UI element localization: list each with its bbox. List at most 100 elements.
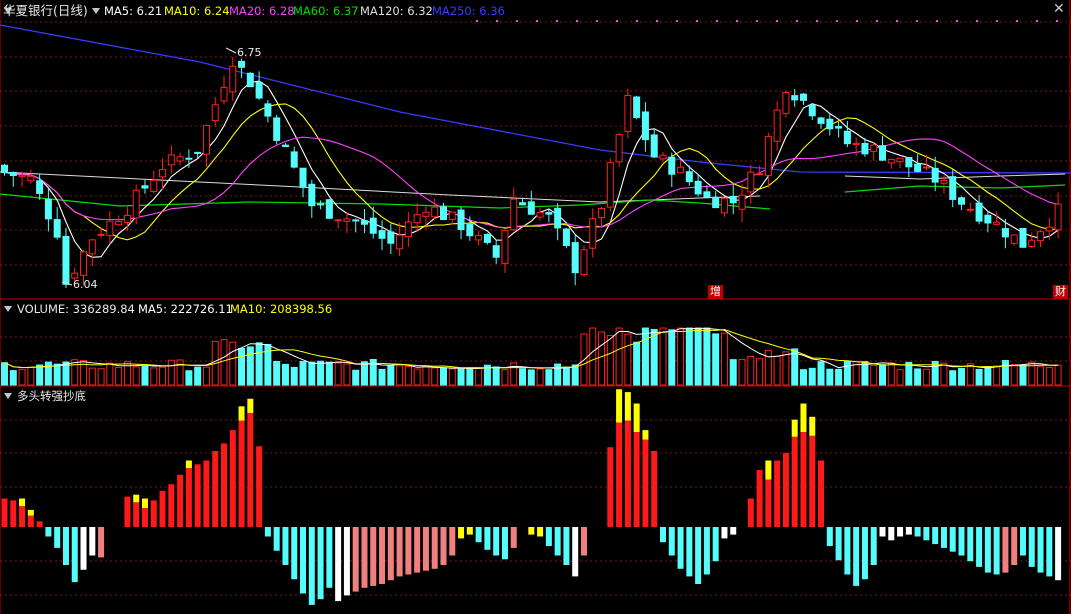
candle — [202, 124, 210, 155]
candle — [554, 207, 562, 229]
indicator-bar — [818, 460, 825, 527]
volume-bar — [861, 361, 869, 386]
candle — [115, 220, 123, 226]
indicator-bar — [300, 527, 307, 594]
candle — [1010, 234, 1018, 244]
indicator-bar — [791, 436, 798, 527]
candle — [720, 198, 728, 214]
indicator-bar — [791, 419, 798, 437]
indicator-bar — [396, 527, 403, 577]
volume-bar — [334, 362, 342, 386]
candle — [299, 167, 307, 188]
volume-bar — [720, 332, 728, 386]
candle — [650, 134, 658, 158]
indicator-bar — [124, 496, 131, 527]
indicator-bar — [458, 527, 465, 539]
signal-marker — [656, 20, 658, 22]
volume-bar — [870, 364, 878, 386]
candle — [334, 219, 342, 222]
signal-marker — [696, 20, 698, 22]
candle — [387, 231, 395, 244]
volume-bar — [360, 361, 368, 386]
candle — [527, 201, 535, 215]
candle — [413, 214, 421, 224]
candle — [808, 104, 816, 117]
volume-bar — [747, 355, 755, 386]
volume-bar — [18, 368, 26, 386]
volume-bar — [159, 366, 167, 386]
volume-bar — [387, 364, 395, 386]
indicator-bar — [440, 527, 447, 565]
indicator-bar — [493, 527, 500, 556]
candle — [1001, 228, 1009, 238]
indicator-bar — [27, 515, 34, 527]
volume-bar — [97, 368, 105, 386]
indicator-bar — [264, 527, 271, 537]
candle — [167, 154, 175, 166]
volume-bar — [1037, 366, 1045, 386]
indicator-bar — [993, 527, 1000, 575]
indicator-bar — [352, 527, 359, 592]
volume-bar — [958, 367, 966, 386]
candle — [685, 171, 693, 183]
indicator-bar — [765, 479, 772, 527]
volume-bar — [448, 368, 456, 386]
indicator-bar — [651, 451, 658, 527]
candle — [352, 219, 360, 222]
indicator-bar — [212, 451, 219, 527]
candle — [993, 221, 1001, 225]
signal-marker — [1036, 20, 1038, 22]
indicator-bar — [54, 527, 61, 548]
ma250-line — [0, 24, 1071, 174]
candle — [791, 95, 799, 101]
volume-bar — [255, 342, 263, 386]
indicator-bar — [484, 527, 491, 550]
volume-bar — [150, 367, 158, 386]
candle — [281, 144, 289, 148]
volume-bar — [71, 359, 79, 386]
volume-bar — [659, 327, 667, 386]
volume-bar — [343, 363, 351, 386]
signal-marker — [856, 20, 858, 22]
candle — [97, 233, 105, 236]
volume-bar — [1019, 364, 1027, 386]
volume-bar — [633, 341, 641, 386]
indicator-bar — [247, 413, 254, 527]
volume-bar — [132, 366, 140, 386]
volume-bar — [966, 363, 974, 386]
candle — [606, 162, 614, 208]
candle — [27, 175, 35, 182]
candle — [861, 142, 869, 155]
candle — [633, 96, 641, 118]
candle — [404, 221, 412, 238]
indicator-bar — [545, 527, 552, 546]
volume-bar — [308, 361, 316, 386]
volume-bar — [457, 368, 465, 386]
volume-bar — [835, 368, 843, 386]
candle — [501, 229, 509, 264]
indicator-bar — [1011, 527, 1018, 565]
chart-canvas[interactable] — [0, 0, 1071, 614]
indicator-bar — [431, 527, 438, 569]
candle — [255, 81, 263, 99]
volume-bar — [317, 360, 325, 386]
candle — [764, 136, 772, 176]
volume-bar — [799, 369, 807, 386]
signal-marker — [1056, 20, 1058, 22]
volume-bar — [914, 368, 922, 386]
volume-bar — [1045, 366, 1053, 386]
signal-marker — [896, 20, 898, 22]
candle — [176, 156, 184, 162]
candle — [817, 117, 825, 124]
candle — [668, 156, 676, 175]
indicator-bar — [712, 527, 719, 562]
volume-ma10-line — [4, 328, 1059, 369]
indicator-bar — [19, 498, 26, 507]
candle — [9, 171, 17, 176]
candle — [958, 197, 966, 205]
candle — [317, 203, 325, 206]
volume-bar — [440, 367, 447, 386]
candle — [159, 169, 167, 178]
indicator-bar — [449, 527, 456, 556]
indicator-bar — [826, 527, 833, 546]
